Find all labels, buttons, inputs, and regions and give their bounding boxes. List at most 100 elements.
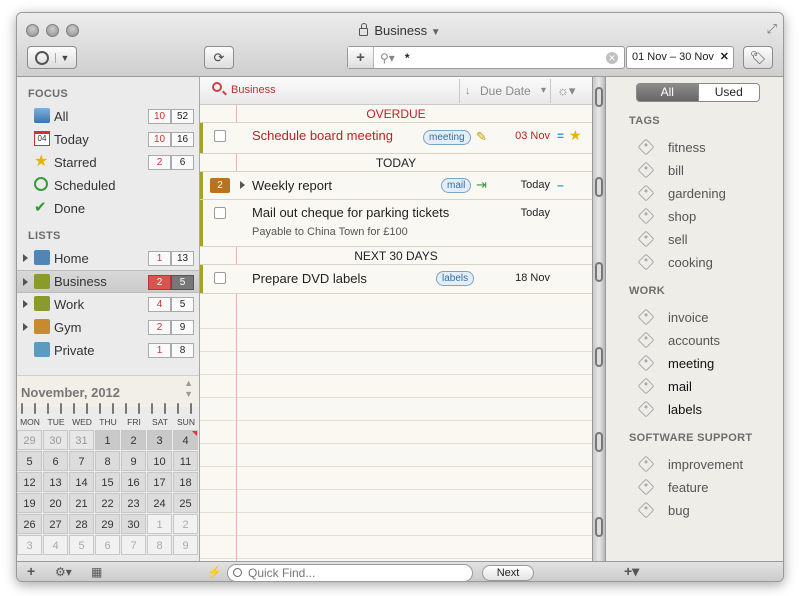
action-menu-button[interactable]: ▼ <box>27 46 77 69</box>
clear-search-icon[interactable]: ✕ <box>606 52 618 64</box>
disclosure-triangle-icon[interactable] <box>23 278 28 286</box>
calendar-day[interactable]: 6 <box>43 451 68 471</box>
calendar-day[interactable]: 3 <box>147 430 172 450</box>
task-row[interactable]: Schedule board meeting meeting ✎ 03 Nov … <box>200 123 592 154</box>
task-checkbox[interactable] <box>214 207 226 219</box>
add-filter-button[interactable]: + <box>348 47 374 68</box>
calendar-day[interactable]: 2 <box>121 430 146 450</box>
star-icon[interactable]: ★ <box>569 127 582 144</box>
add-tag-icon[interactable]: +▾ <box>624 563 639 580</box>
calendar-day[interactable]: 31 <box>69 430 94 450</box>
calendar-day[interactable]: 21 <box>69 493 94 513</box>
task-tag[interactable]: meeting <box>423 130 471 145</box>
calendar-day[interactable]: 29 <box>95 514 120 534</box>
disclosure-triangle-icon[interactable] <box>240 181 245 189</box>
sync-button[interactable]: ⟳ <box>204 46 234 69</box>
list-item-private[interactable]: Private 1 8 <box>17 339 199 362</box>
task-tag[interactable]: mail <box>441 178 472 193</box>
next-button[interactable]: Next <box>482 565 534 581</box>
add-list-icon[interactable]: + <box>27 563 35 579</box>
calendar-icon[interactable]: ▦ <box>91 565 102 579</box>
calendar-day[interactable]: 29 <box>17 430 42 450</box>
calendar-day[interactable]: 1 <box>147 514 172 534</box>
calendar-day[interactable]: 15 <box>95 472 120 492</box>
task-checkbox[interactable] <box>214 130 226 142</box>
calendar-day[interactable]: 26 <box>17 514 42 534</box>
list-item-home[interactable]: Home 1 13 <box>17 247 199 270</box>
disclosure-triangle-icon[interactable] <box>23 254 28 262</box>
tag-item[interactable]: accounts <box>637 330 720 350</box>
calendar-day[interactable]: 23 <box>121 493 146 513</box>
tab-all-tags[interactable]: All <box>637 84 698 101</box>
calendar-day[interactable]: 16 <box>121 472 146 492</box>
calendar-day[interactable]: 24 <box>147 493 172 513</box>
calendar-day[interactable]: 25 <box>173 493 198 513</box>
tag-item[interactable]: shop <box>637 206 696 226</box>
calendar-day[interactable]: 13 <box>43 472 68 492</box>
tag-item[interactable]: improvement <box>637 454 743 474</box>
view-options-gear-icon[interactable]: ☼▾ <box>557 83 575 99</box>
calendar-day[interactable]: 18 <box>173 472 198 492</box>
calendar-day[interactable]: 14 <box>69 472 94 492</box>
fullscreen-icon[interactable]: ⤢ <box>767 21 777 37</box>
task-row[interactable]: Prepare DVD labels labels 18 Nov <box>200 265 592 294</box>
gear-menu-icon[interactable]: ⚙▾ <box>55 565 72 579</box>
tag-item[interactable]: invoice <box>637 307 708 327</box>
task-tag[interactable]: labels <box>436 271 475 286</box>
calendar-day[interactable]: 12 <box>17 472 42 492</box>
window-title[interactable]: Business ▼ <box>17 23 783 38</box>
search-field[interactable]: + ⚲▾ * ✕ <box>347 46 625 69</box>
lightning-icon[interactable]: ⚡ <box>207 565 222 579</box>
calendar-day[interactable]: 5 <box>69 535 94 555</box>
calendar-day[interactable]: 27 <box>43 514 68 534</box>
calendar-day[interactable]: 30 <box>121 514 146 534</box>
focus-item-scheduled[interactable]: Scheduled <box>17 174 199 197</box>
task-row[interactable]: 2 Weekly report mail ⇥ Today – <box>200 172 592 200</box>
list-item-gym[interactable]: Gym 2 9 <box>17 316 199 339</box>
calendar-day[interactable]: 9 <box>121 451 146 471</box>
tags-toggle-button[interactable]: 🏷 <box>743 46 773 69</box>
disclosure-triangle-icon[interactable] <box>23 300 28 308</box>
tag-item[interactable]: feature <box>637 477 708 497</box>
calendar-day[interactable]: 30 <box>43 430 68 450</box>
tag-item[interactable]: bill <box>637 160 684 180</box>
disclosure-triangle-icon[interactable] <box>23 323 28 331</box>
calendar-day[interactable]: 28 <box>69 514 94 534</box>
tag-item[interactable]: gardening <box>637 183 726 203</box>
calendar-day[interactable]: 8 <box>95 451 120 471</box>
tab-used-tags[interactable]: Used <box>697 84 759 101</box>
list-item-work[interactable]: Work 4 5 <box>17 293 199 316</box>
focus-item-starred[interactable]: ★ Starred 2 6 <box>17 151 199 174</box>
focus-item-all[interactable]: All 10 52 <box>17 105 199 128</box>
focus-item-today[interactable]: 04 Today 10 16 <box>17 128 199 151</box>
calendar-day[interactable]: 3 <box>17 535 42 555</box>
calendar-day[interactable]: 6 <box>95 535 120 555</box>
calendar-day[interactable]: 10 <box>147 451 172 471</box>
month-stepper[interactable]: ▲ ▼ <box>184 378 193 400</box>
calendar-day[interactable]: 4 <box>43 535 68 555</box>
calendar-day[interactable]: 8 <box>147 535 172 555</box>
calendar-day[interactable]: 2 <box>173 514 198 534</box>
tag-item[interactable]: cooking <box>637 252 713 272</box>
calendar-day[interactable]: 11 <box>173 451 198 471</box>
calendar-day[interactable]: 1 <box>95 430 120 450</box>
tag-item[interactable]: meeting <box>637 353 714 373</box>
tag-item[interactable]: fitness <box>637 137 706 157</box>
calendar-day[interactable]: 4 <box>173 430 198 450</box>
focus-item-done[interactable]: ✔ Done <box>17 197 199 220</box>
search-input[interactable]: * <box>405 51 410 65</box>
task-row[interactable]: Mail out cheque for parking tickets Paya… <box>200 200 592 247</box>
calendar-day[interactable]: 19 <box>17 493 42 513</box>
task-checkbox[interactable] <box>214 272 226 284</box>
calendar-day[interactable]: 20 <box>43 493 68 513</box>
calendar-day[interactable]: 9 <box>173 535 198 555</box>
date-range-filter[interactable]: 01 Nov – 30 Nov ✕ <box>626 46 734 69</box>
calendar-day[interactable]: 7 <box>121 535 146 555</box>
clear-date-icon[interactable]: ✕ <box>720 47 729 68</box>
calendar-day[interactable]: 22 <box>95 493 120 513</box>
quick-find-input[interactable]: Quick Find... <box>227 564 473 581</box>
list-item-business[interactable]: Business 2 5 <box>17 270 199 293</box>
calendar-day[interactable]: 5 <box>17 451 42 471</box>
calendar-day[interactable]: 7 <box>69 451 94 471</box>
tag-item[interactable]: sell <box>637 229 688 249</box>
